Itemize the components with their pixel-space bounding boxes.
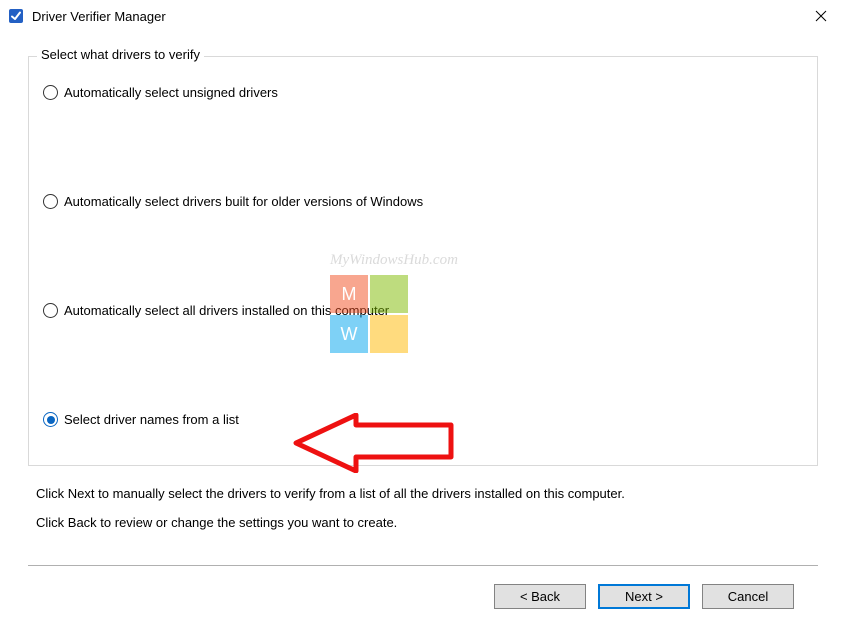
radio-label: Automatically select unsigned drivers bbox=[64, 85, 278, 100]
radio-label: Automatically select all drivers install… bbox=[64, 303, 389, 318]
radio-icon bbox=[43, 303, 58, 318]
button-row: < Back Next > Cancel bbox=[28, 566, 818, 609]
help-text: Click Next to manually select the driver… bbox=[36, 480, 810, 537]
back-button[interactable]: < Back bbox=[494, 584, 586, 609]
radio-icon bbox=[43, 412, 58, 427]
close-icon bbox=[815, 10, 827, 22]
radio-select-from-list[interactable]: Select driver names from a list bbox=[43, 412, 803, 427]
radio-all-installed-drivers[interactable]: Automatically select all drivers install… bbox=[43, 303, 803, 318]
radio-unsigned-drivers[interactable]: Automatically select unsigned drivers bbox=[43, 85, 803, 100]
app-icon bbox=[8, 8, 24, 24]
help-line-1: Click Next to manually select the driver… bbox=[36, 480, 810, 509]
group-legend: Select what drivers to verify bbox=[37, 47, 204, 62]
window-title: Driver Verifier Manager bbox=[32, 9, 804, 24]
radio-icon bbox=[43, 85, 58, 100]
titlebar: Driver Verifier Manager bbox=[0, 0, 846, 32]
close-button[interactable] bbox=[804, 2, 838, 30]
driver-select-group: Select what drivers to verify Automatica… bbox=[28, 56, 818, 466]
radio-older-windows-drivers[interactable]: Automatically select drivers built for o… bbox=[43, 194, 803, 209]
next-button[interactable]: Next > bbox=[598, 584, 690, 609]
radio-icon bbox=[43, 194, 58, 209]
dialog-content: Select what drivers to verify Automatica… bbox=[0, 32, 846, 609]
cancel-button[interactable]: Cancel bbox=[702, 584, 794, 609]
help-line-2: Click Back to review or change the setti… bbox=[36, 509, 810, 538]
radio-label: Automatically select drivers built for o… bbox=[64, 194, 423, 209]
radio-label: Select driver names from a list bbox=[64, 412, 239, 427]
